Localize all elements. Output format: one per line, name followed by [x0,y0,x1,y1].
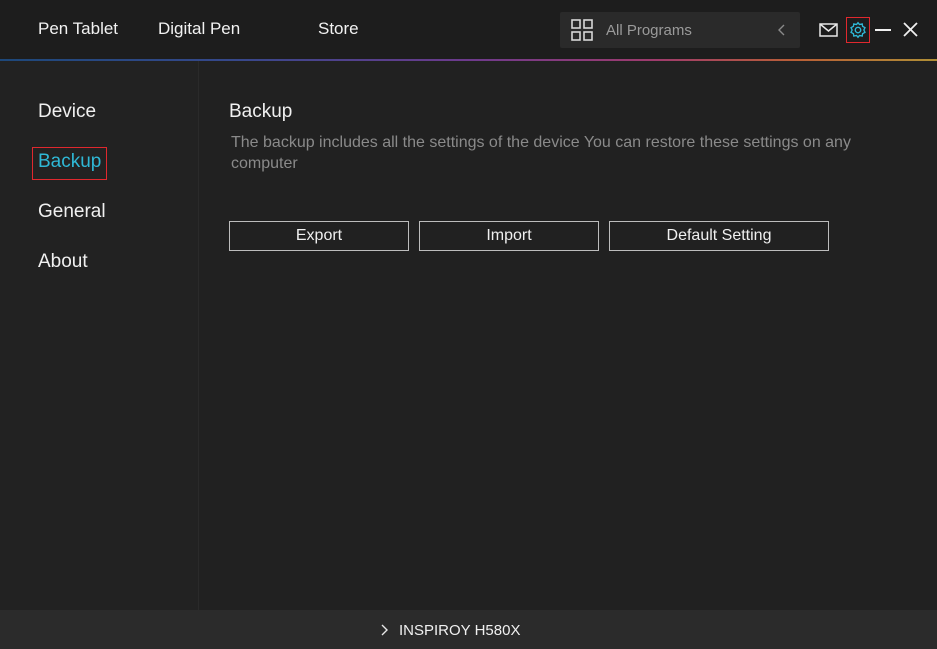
top-bar: Pen Tablet Digital Pen Store All Program… [0,0,937,60]
import-button[interactable]: Import [419,221,599,251]
mail-icon[interactable] [817,18,841,42]
page-title: Backup [229,101,293,122]
main-panel: Backup The backup includes all the setti… [199,61,937,610]
chevron-left-icon[interactable] [776,23,788,37]
gear-icon[interactable] [846,17,870,43]
sidebar-item-general[interactable]: General [38,201,106,223]
tab-pen-tablet[interactable]: Pen Tablet [38,19,118,39]
bottom-bar: INSPIROY H580X [0,610,937,649]
minimize-icon[interactable] [872,18,896,42]
export-button[interactable]: Export [229,221,409,251]
tab-store[interactable]: Store [318,19,359,39]
backup-description: The backup includes all the settings of … [231,134,851,172]
program-select-value: All Programs [606,22,692,39]
default-setting-button[interactable]: Default Setting [609,221,829,251]
device-name[interactable]: INSPIROY H580X [399,622,520,639]
program-select[interactable]: All Programs [560,12,800,48]
chevron-right-icon[interactable] [380,624,388,636]
app-window: Pen Tablet Digital Pen Store All Program… [0,0,937,649]
sidebar: Device Backup General About [0,61,199,610]
sidebar-item-about[interactable]: About [38,251,88,273]
sidebar-item-device[interactable]: Device [38,101,96,123]
grid-icon [571,19,593,41]
close-icon[interactable] [899,18,923,42]
tab-digital-pen[interactable]: Digital Pen [158,19,240,39]
sidebar-item-backup[interactable]: Backup [32,147,108,180]
